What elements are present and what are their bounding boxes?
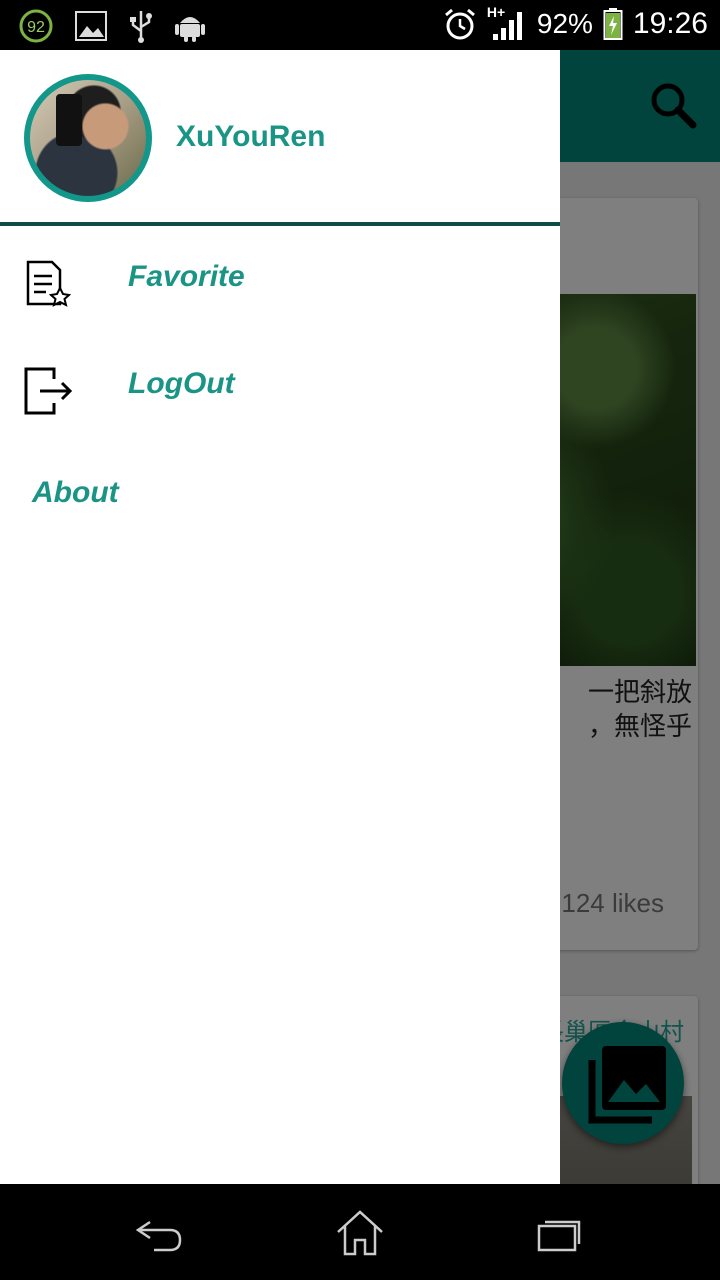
alarm-icon: [444, 8, 475, 40]
drawer-item-logout[interactable]: LogOut: [0, 337, 560, 437]
drawer-item-label: Favorite: [128, 260, 245, 293]
clock: 19:26: [632, 7, 708, 40]
drawer-item-favorite[interactable]: Favorite: [0, 230, 560, 330]
logout-icon: [24, 367, 73, 415]
svg-text:92: 92: [27, 19, 45, 36]
drawer-item-about[interactable]: About: [32, 476, 119, 510]
user-name: XuYouRen: [176, 120, 326, 153]
battery-icon: [603, 8, 623, 40]
notification-badge-icon: 92: [19, 9, 53, 43]
back-icon[interactable]: [134, 1208, 184, 1258]
navigation-drawer: XuYouRen Favorite LogOut About: [0, 50, 560, 1184]
favorite-document-icon: [26, 260, 72, 307]
system-nav-bar: [0, 1184, 720, 1280]
usb-icon: [130, 11, 152, 43]
signal-icon: H+: [487, 4, 527, 42]
image-icon: [75, 11, 107, 41]
drawer-item-label: LogOut: [128, 367, 235, 400]
drawer-header: XuYouRen: [0, 50, 560, 226]
battery-percent: 92%: [536, 8, 593, 39]
avatar-photo-detail: [56, 94, 82, 146]
recent-apps-icon[interactable]: [536, 1208, 586, 1258]
android-icon: [175, 17, 205, 42]
status-bar: 92 H+ 92% 19:26: [0, 0, 720, 50]
home-icon[interactable]: [335, 1208, 385, 1258]
avatar[interactable]: [24, 74, 152, 202]
